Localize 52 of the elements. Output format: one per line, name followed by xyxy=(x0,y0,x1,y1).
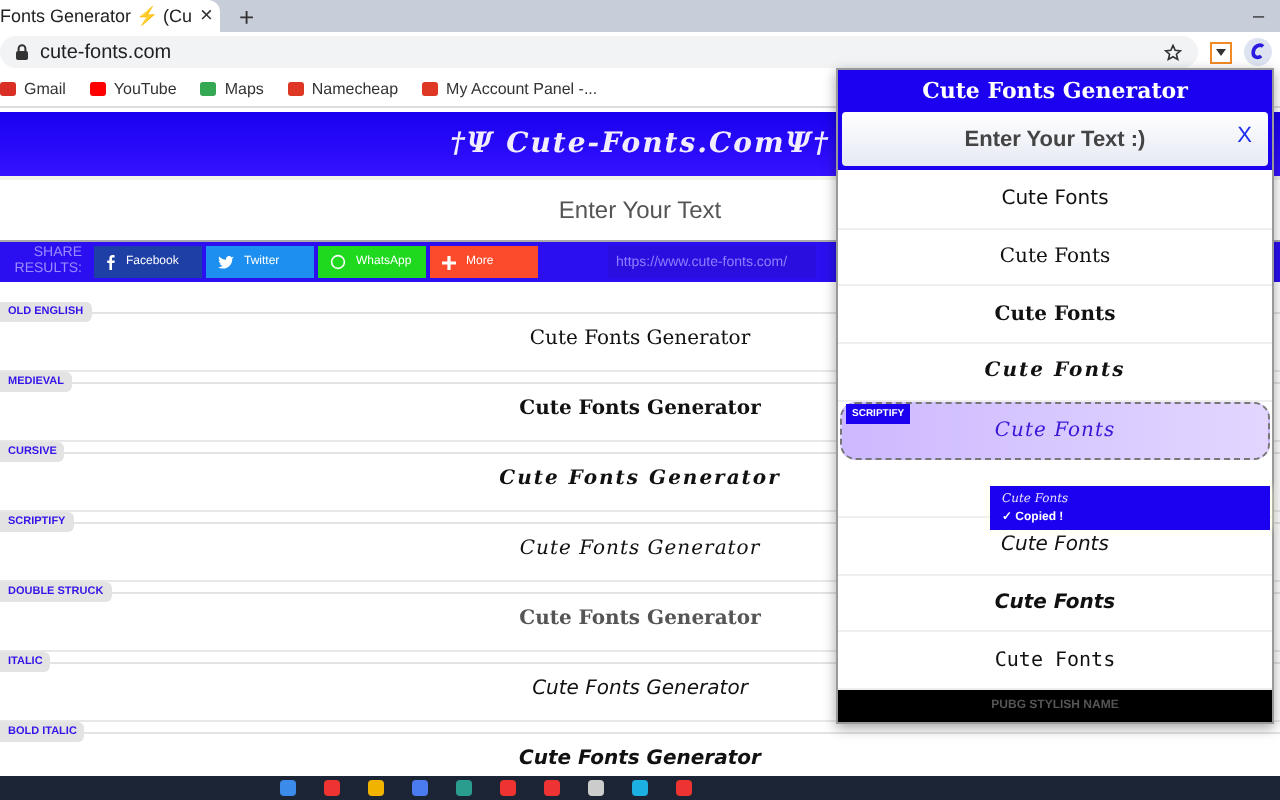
result-text: Cute Fonts xyxy=(994,649,1116,672)
result-text: Cute Fonts xyxy=(1001,534,1109,557)
result-row[interactable]: Cute Fonts xyxy=(838,286,1272,345)
result-row[interactable]: Cute Fonts xyxy=(838,575,1272,633)
result-text: Cute Fonts xyxy=(984,360,1126,383)
styled-text[interactable]: Cute Fonts Generator xyxy=(529,328,751,350)
browser-tab[interactable]: Fonts Generator ⚡ (Cu × xyxy=(0,0,221,32)
result-row[interactable]: Cute Fonts xyxy=(838,229,1272,287)
taskbar-app-icon[interactable] xyxy=(368,780,384,796)
popup-text-field[interactable]: Enter Your Text :) X xyxy=(842,112,1268,166)
bookmark-link[interactable]: Namecheap xyxy=(287,80,399,98)
bookmark-link[interactable]: My Account Panel -... xyxy=(422,80,598,98)
tab-close-button[interactable]: × xyxy=(200,4,213,28)
result-text: Cute Fonts xyxy=(994,420,1116,443)
taskbar-app-icon[interactable] xyxy=(500,780,516,796)
result-row[interactable]: Cute Fonts xyxy=(838,172,1272,230)
minimize-button[interactable]: – xyxy=(1252,5,1264,27)
taskbar-app-icon[interactable] xyxy=(412,780,428,796)
taskbar-app-icon[interactable] xyxy=(676,780,692,796)
site-title: †Ψ Cute-Fonts.ComΨ† xyxy=(450,128,830,160)
extension-icon[interactable] xyxy=(1244,38,1272,66)
bookmark-link[interactable]: YouTube xyxy=(89,80,177,98)
styled-text[interactable]: Cute Fonts Generator xyxy=(519,748,761,770)
address-bar[interactable]: cute-fonts.com xyxy=(0,36,1198,68)
taskbar-app-icon[interactable] xyxy=(632,780,648,796)
extension-icon[interactable] xyxy=(1210,41,1232,63)
tab-title: Fonts Generator ⚡ (Cu xyxy=(0,6,193,26)
facebook-icon xyxy=(106,254,116,270)
bookmark-link[interactable]: Maps xyxy=(200,80,264,98)
styled-text[interactable]: Cute Fonts Generator xyxy=(519,538,761,560)
taskbar-app-icon[interactable] xyxy=(588,780,604,796)
result-text: Cute Fonts xyxy=(994,592,1116,615)
url-text: cute-fonts.com xyxy=(40,41,172,63)
bird-icon xyxy=(218,255,234,269)
clear-button[interactable]: X xyxy=(1237,124,1252,148)
result-text: Cute Fonts xyxy=(1001,188,1109,211)
result-text: Cute Fonts xyxy=(999,246,1111,268)
styled-text[interactable]: Cute Fonts Generator xyxy=(532,678,748,700)
result-text: Cute Fonts xyxy=(994,303,1116,326)
plus-icon xyxy=(442,255,456,269)
styled-text[interactable]: Cute Fonts Generator xyxy=(519,398,761,420)
taskbar-app-icon[interactable] xyxy=(544,780,560,796)
star-icon[interactable] xyxy=(1164,43,1182,61)
new-tab-button[interactable]: + xyxy=(238,1,255,31)
styled-text[interactable]: Cute Fonts Generator xyxy=(519,608,761,630)
taskbar-app-icon[interactable] xyxy=(280,780,296,796)
bookmark-link[interactable]: Gmail xyxy=(0,80,66,98)
popup-title: Cute Fonts Generator xyxy=(838,70,1272,110)
taskbar-app-icon[interactable] xyxy=(456,780,472,796)
styled-text[interactable]: Cute Fonts Generator xyxy=(499,468,781,490)
taskbar-app-icon[interactable] xyxy=(324,780,340,796)
lock-icon xyxy=(16,44,28,60)
